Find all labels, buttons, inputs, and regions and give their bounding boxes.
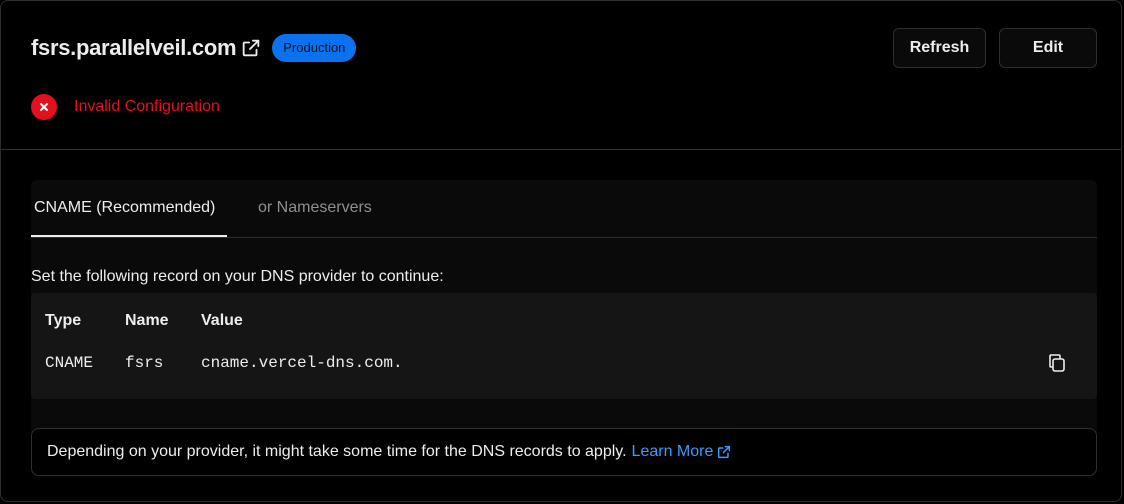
learn-more-link[interactable]: Learn More: [632, 443, 733, 461]
tab-nameservers[interactable]: or Nameservers: [258, 180, 372, 237]
tab-cname[interactable]: CNAME (Recommended): [31, 180, 227, 237]
external-link-icon: [243, 39, 260, 57]
record-name: fsrs: [125, 354, 164, 372]
record-type-tabs: CNAME (Recommended) or Nameservers: [31, 180, 1097, 238]
edit-button[interactable]: Edit: [999, 28, 1097, 68]
note-text: Depending on your provider, it might tak…: [47, 443, 627, 460]
domain-header: fsrs.parallelveil.com Production Refresh…: [1, 1, 1121, 150]
dns-instruction: Set the following record on your DNS pro…: [31, 268, 444, 285]
column-header-name: Name: [125, 312, 169, 329]
learn-more-label: Learn More: [631, 443, 714, 460]
domain-link[interactable]: fsrs.parallelveil.com: [31, 35, 262, 61]
status-text: Invalid Configuration: [74, 98, 220, 115]
domain-title-row: fsrs.parallelveil.com Production: [31, 34, 357, 62]
record-value: cname.vercel-dns.com.: [201, 354, 403, 372]
column-header-value: Value: [201, 312, 243, 329]
domain-name: fsrs.parallelveil.com: [31, 35, 237, 60]
dns-config-panel: CNAME (Recommended) or Nameservers Set t…: [31, 180, 1097, 476]
environment-badge: Production: [272, 34, 357, 62]
domain-card: fsrs.parallelveil.com Production Refresh…: [0, 0, 1122, 502]
record-type: CNAME: [45, 354, 94, 372]
column-header-type: Type: [45, 312, 82, 329]
propagation-note: Depending on your provider, it might tak…: [31, 428, 1097, 476]
copy-icon[interactable]: [1045, 351, 1069, 375]
dns-record-table: Type Name Value CNAME fsrs cname.vercel-…: [31, 293, 1097, 399]
configuration-status: Invalid Configuration: [31, 94, 220, 120]
external-link-icon: [718, 445, 731, 459]
refresh-button[interactable]: Refresh: [893, 28, 986, 68]
x-circle-icon: [31, 94, 57, 120]
